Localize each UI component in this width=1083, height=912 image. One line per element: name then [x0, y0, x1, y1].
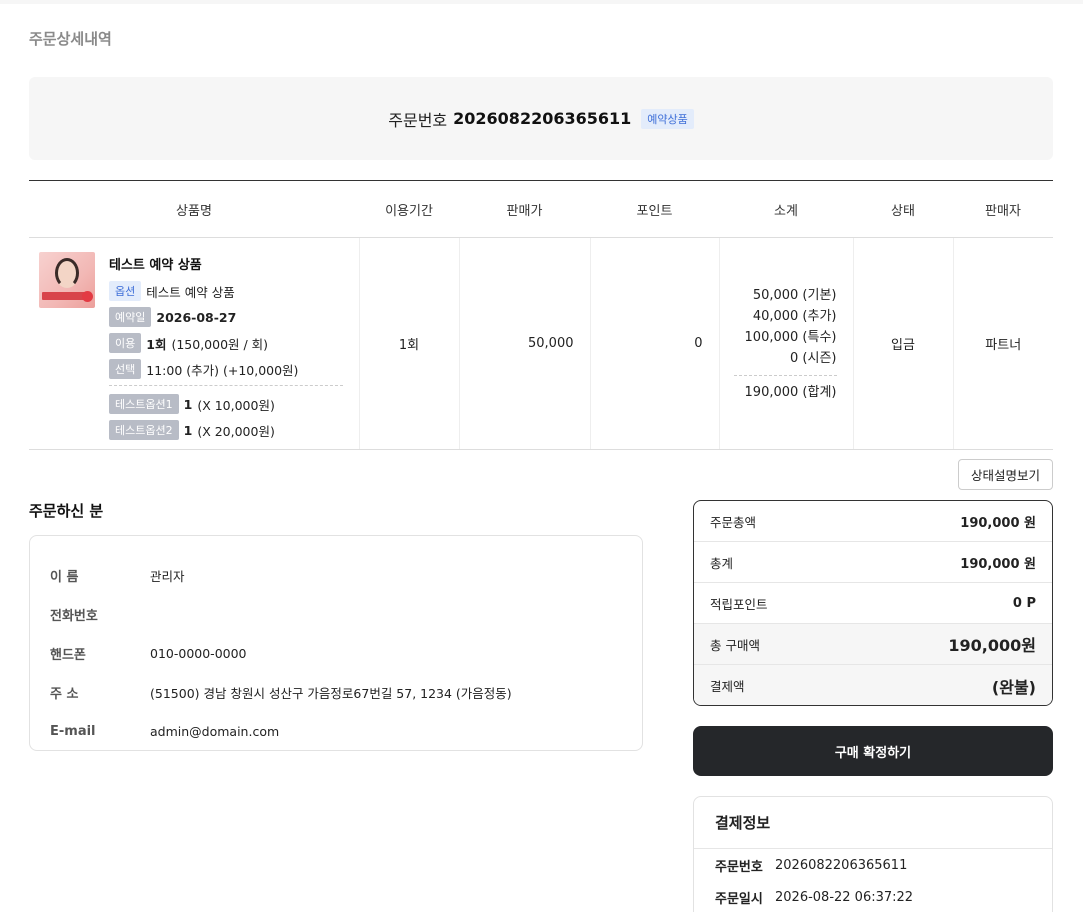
subtotal-divider: [733, 374, 837, 376]
summary-payment-value: (완불): [991, 677, 1036, 697]
orderer-email-label: E-mail: [50, 724, 96, 739]
orderer-address-label: 주 소: [50, 687, 79, 702]
payment-order-date-value: 2026-08-22 06:37:22: [775, 889, 914, 905]
extra-option-1-qty: 1: [183, 396, 193, 412]
header-price: 판매가: [459, 180, 590, 238]
point-cell: 0: [589, 237, 719, 450]
payment-order-date-label: 주문일시: [715, 891, 763, 907]
table-header-row: 상품명 이용기간 판매가 포인트 소계 상태 판매자: [29, 180, 1053, 238]
product-thumbnail[interactable]: [39, 252, 95, 308]
subtotal-special: 100,000 (특수): [744, 329, 837, 345]
status-cell: 입금: [852, 237, 953, 450]
price-cell: 50,000: [458, 237, 590, 450]
use-detail: (150,000원 / 회): [171, 336, 269, 352]
header-period: 이용기간: [359, 180, 459, 238]
subtotal-season: 0 (시즌): [790, 350, 837, 366]
orderer-phone-label: 전화번호: [50, 609, 98, 624]
order-number-box: 주문번호 2026082206365611 예약상품: [29, 77, 1053, 160]
extra-option-2-detail: (X 20,000원): [197, 423, 275, 439]
orderer-section-title: 주문하신 분: [29, 502, 104, 520]
payment-row-order-number: 주문번호 2026082206365611: [694, 849, 1052, 881]
option-value: 테스트 예약 상품: [146, 284, 235, 300]
payment-order-number-value: 2026082206365611: [775, 857, 908, 873]
summary-total-value: 190,000 원: [960, 556, 1036, 572]
confirm-purchase-button[interactable]: 구매 확정하기: [693, 726, 1053, 776]
header-seller: 판매자: [953, 180, 1053, 238]
payment-row-order-date: 주문일시 2026-08-22 06:37:22: [694, 881, 1052, 912]
use-tag: 이용: [109, 333, 142, 353]
product-cell: 테스트 예약 상품 옵션 테스트 예약 상품 예약일 2026-08-27 이용…: [29, 237, 359, 450]
reserve-date-tag: 예약일: [109, 307, 152, 327]
option-divider: [109, 385, 343, 386]
orderer-mobile-value: 010-0000-0000: [150, 646, 247, 661]
header-status: 상태: [853, 180, 953, 238]
select-tag: 선택: [109, 359, 142, 379]
subtotal-total: 190,000 (합계): [744, 384, 837, 400]
header-product: 상품명: [29, 180, 359, 238]
summary-total-label: 총계: [710, 555, 734, 571]
order-number: 2026082206365611: [453, 109, 632, 128]
period-cell: 1회: [358, 237, 459, 450]
extra-option-2-qty: 1: [183, 422, 193, 438]
subtotal-basic: 50,000 (기본): [752, 287, 837, 303]
select-value: 11:00 (추가) (+10,000원): [146, 362, 299, 378]
summary-row-total: 총계 190,000 원: [694, 542, 1052, 583]
page-title: 주문상세내역: [29, 30, 112, 48]
product-name[interactable]: 테스트 예약 상품: [109, 254, 343, 273]
orderer-row-address: 주 소 (51500) 경남 창원시 성산구 가음정로67번길 57, 1234…: [50, 673, 622, 712]
payment-order-number-label: 주문번호: [715, 859, 763, 875]
use-count: 1회: [146, 336, 167, 352]
subtotal-cell: 50,000 (기본) 40,000 (추가) 100,000 (특수) 0 (…: [718, 237, 853, 450]
extra-option-2-tag: 테스트옵션2: [109, 420, 179, 440]
table-row: 테스트 예약 상품 옵션 테스트 예약 상품 예약일 2026-08-27 이용…: [29, 237, 1053, 450]
reservation-badge: 예약상품: [641, 108, 694, 129]
subtotal-extra: 40,000 (추가): [752, 308, 837, 324]
option-tag: 옵션: [109, 281, 142, 301]
header-subtotal: 소계: [719, 180, 853, 238]
status-description-button[interactable]: 상태설명보기: [958, 459, 1053, 490]
top-border: [0, 0, 1083, 4]
reserve-date: 2026-08-27: [156, 309, 237, 325]
summary-payment-label: 결제액: [710, 679, 745, 694]
summary-row-payment: 결제액 (완불): [694, 665, 1052, 705]
summary-row-points: 적립포인트 0 P: [694, 583, 1052, 624]
orderer-name-label: 이 름: [50, 570, 79, 585]
summary-order-total-value: 190,000 원: [960, 515, 1036, 531]
seller-cell: 파트너: [952, 237, 1053, 450]
payment-info-title: 결제정보: [694, 797, 1052, 849]
orderer-row-mobile: 핸드폰 010-0000-0000: [50, 634, 622, 673]
payment-info-box: 결제정보 주문번호 2026082206365611 주문일시 2026-08-…: [693, 796, 1053, 912]
order-items-table: 상품명 이용기간 판매가 포인트 소계 상태 판매자 테스트 예약 상품 옵션: [29, 180, 1053, 450]
extra-option-1-detail: (X 10,000원): [197, 397, 275, 413]
summary-points-label: 적립포인트: [710, 596, 768, 612]
summary-purchase-total-value: 190,000원: [948, 636, 1036, 655]
orderer-row-name: 이 름 관리자: [50, 556, 622, 595]
orderer-row-phone: 전화번호: [50, 595, 622, 634]
summary-purchase-total-label: 총 구매액: [710, 637, 760, 653]
header-point: 포인트: [590, 180, 719, 238]
order-number-label: 주문번호: [388, 110, 448, 130]
orderer-email-value: admin@domain.com: [150, 724, 280, 739]
extra-option-1-tag: 테스트옵션1: [109, 394, 179, 414]
summary-row-order-total: 주문총액 190,000 원: [694, 501, 1052, 542]
order-summary-box: 주문총액 190,000 원 총계 190,000 원 적립포인트 0 P 총 …: [693, 500, 1053, 706]
summary-row-purchase-total: 총 구매액 190,000원: [694, 624, 1052, 665]
orderer-name-value: 관리자: [150, 569, 185, 584]
orderer-info-box: 이 름 관리자 전화번호 핸드폰 010-0000-0000 주 소 (5150…: [29, 535, 643, 751]
orderer-row-email: E-mail admin@domain.com: [50, 712, 622, 751]
summary-order-total-label: 주문총액: [710, 514, 757, 530]
orderer-mobile-label: 핸드폰: [50, 648, 86, 663]
summary-points-value: 0 P: [1012, 595, 1036, 611]
orderer-address-value: (51500) 경남 창원시 성산구 가음정로67번길 57, 1234 (가음…: [150, 686, 512, 701]
